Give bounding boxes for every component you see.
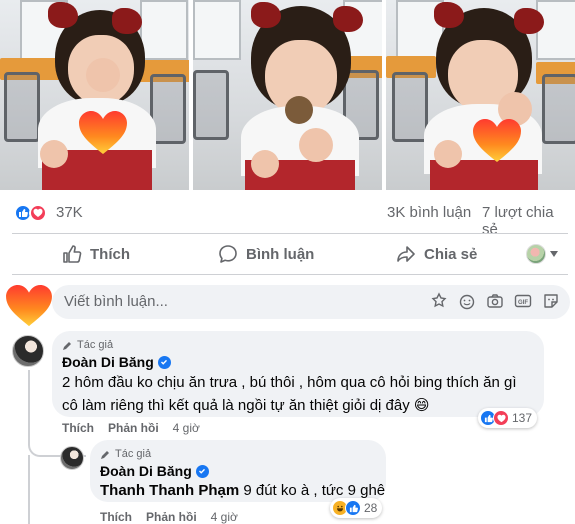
- composer-tools: GIF: [430, 292, 560, 310]
- reply-reply-link[interactable]: Phản hồi: [146, 510, 197, 524]
- mention-link[interactable]: Thanh Thanh Phạm: [100, 482, 239, 499]
- love-reaction-icon: [29, 204, 47, 222]
- like-button[interactable]: Thích: [62, 238, 130, 270]
- reply-timestamp[interactable]: 4 giờ: [211, 510, 238, 524]
- like-reaction-icon: [345, 500, 361, 516]
- comment-bubble: Tác giả Đoàn Di Băng 2 hôm đầu ko chịu ă…: [52, 331, 544, 417]
- svg-text:GIF: GIF: [518, 300, 528, 306]
- comment-button[interactable]: Bình luận: [218, 238, 314, 270]
- share-button[interactable]: Chia sẻ: [396, 238, 477, 270]
- comment-actions: Thích Phản hồi 4 giờ: [62, 421, 200, 435]
- reply-author-name[interactable]: Đoàn Di Băng: [100, 463, 192, 479]
- camera-icon[interactable]: [458, 292, 476, 310]
- divider: [12, 233, 568, 234]
- share-button-label: Chia sẻ: [424, 245, 478, 263]
- comment-button-label: Bình luận: [246, 245, 315, 263]
- comment-count[interactable]: 3K bình luận: [387, 204, 471, 221]
- avatar[interactable]: [12, 335, 44, 367]
- reply-like-link[interactable]: Thích: [100, 510, 132, 524]
- photo-1[interactable]: [0, 0, 189, 190]
- comment-author-name[interactable]: Đoàn Di Băng: [62, 354, 154, 370]
- like-icon: [63, 245, 82, 263]
- verified-icon: [195, 464, 209, 478]
- reply-bubble: Tác giả Đoàn Di Băng Thanh Thanh Phạm 9 …: [90, 440, 386, 502]
- reply-text-body: 9 đút ko à , tức 9 ghê: [239, 482, 386, 499]
- reply-reaction-count: 28: [364, 501, 378, 515]
- comment-input-placeholder: Viết bình luận...: [64, 293, 168, 310]
- avatar: [526, 244, 546, 264]
- reply-author[interactable]: Đoàn Di Băng: [100, 463, 209, 479]
- divider: [12, 274, 568, 275]
- chevron-down-icon: [550, 251, 558, 257]
- heart-sticker-icon: [79, 111, 127, 154]
- heart-sticker-icon: [473, 119, 521, 162]
- pencil-icon: [63, 341, 71, 350]
- author-badge: Tác giả: [100, 448, 151, 460]
- reply-thread-line: [28, 455, 30, 524]
- love-reaction-icon: [493, 410, 509, 426]
- share-icon: [397, 246, 415, 262]
- comment-input[interactable]: Viết bình luận... GIF: [52, 285, 570, 319]
- reaction-icons[interactable]: [14, 204, 47, 222]
- reaction-count[interactable]: 37K: [56, 204, 83, 221]
- comment-icon: [219, 245, 237, 263]
- comment-reply-link[interactable]: Phản hồi: [108, 421, 159, 435]
- heart-avatar-icon: [6, 284, 52, 327]
- reaction-summary: 37K 3K bình luận 7 lượt chia sẻ: [12, 202, 568, 238]
- comment-like-link[interactable]: Thích: [62, 421, 94, 435]
- photo-2[interactable]: [193, 0, 382, 190]
- gif-icon[interactable]: GIF: [514, 292, 532, 310]
- like-button-label: Thích: [90, 245, 130, 263]
- verified-icon: [157, 355, 171, 369]
- emoji-icon[interactable]: [486, 292, 504, 310]
- comment-author[interactable]: Đoàn Di Băng: [62, 354, 171, 370]
- avatar[interactable]: [60, 446, 84, 470]
- comment-reactions[interactable]: 137: [478, 408, 538, 428]
- comment-reaction-count: 137: [512, 411, 533, 425]
- photo-gallery[interactable]: [0, 0, 575, 190]
- reply-actions: Thích Phản hồi 4 giờ: [100, 510, 238, 524]
- reply-reactions[interactable]: 28: [330, 498, 383, 518]
- sticker-icon[interactable]: [542, 292, 560, 310]
- photo-3[interactable]: [386, 0, 575, 190]
- author-badge-label: Tác giả: [77, 339, 114, 351]
- pencil-icon: [101, 450, 109, 459]
- reaction-profile-selector[interactable]: [526, 244, 558, 264]
- comment-timestamp[interactable]: 4 giờ: [173, 421, 200, 435]
- avatar-sticker-icon[interactable]: [430, 292, 448, 310]
- comment-text: 2 hôm đầu ko chịu ăn trưa , bú thôi , hô…: [62, 374, 517, 414]
- author-badge: Tác giả: [62, 339, 113, 351]
- author-badge-label: Tác giả: [115, 448, 152, 460]
